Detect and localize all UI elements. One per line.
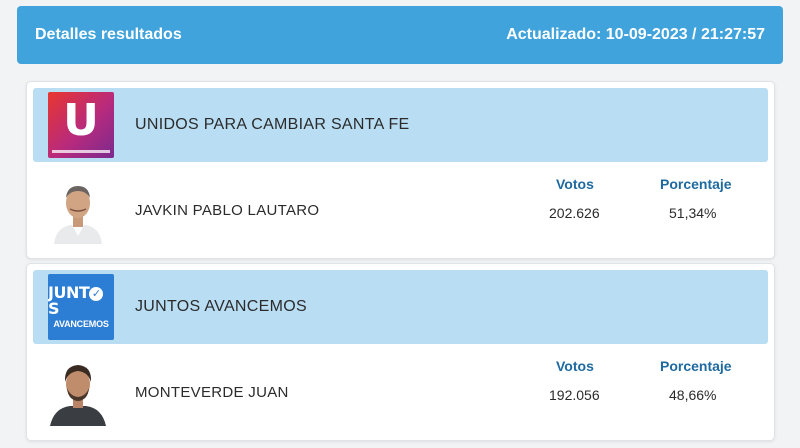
candidate-name: JAVKIN PABLO LAUTARO [135, 201, 320, 219]
person-photo-icon [48, 358, 108, 426]
result-card: U UNIDOS PARA CAMBIAR SANTA FE JAVKIN PA… [26, 81, 775, 259]
party-header: U UNIDOS PARA CAMBIAR SANTA FE [33, 88, 768, 162]
updated-timestamp: Actualizado: 10-09-2023 / 21:27:57 [506, 26, 765, 43]
percent-value: 48,66% [669, 387, 717, 403]
check-icon: ✓ [89, 286, 104, 301]
percent-value: 51,34% [669, 205, 717, 221]
result-card: JUNT ✓S AVANCEMOS JUNTOS AVANCEMOS MONTEV… [26, 263, 775, 441]
candidate-row: JAVKIN PABLO LAUTARO Votos Porcentaje 20… [33, 166, 768, 254]
results-header: Detalles resultados Actualizado: 10-09-2… [17, 6, 783, 64]
party-header: JUNT ✓S AVANCEMOS JUNTOS AVANCEMOS [33, 270, 768, 344]
votes-header: Votos [556, 176, 594, 192]
candidate-name: MONTEVERDE JUAN [135, 383, 289, 401]
party-logo-tagline [52, 150, 110, 153]
person-photo-icon [48, 176, 108, 244]
candidate-row: MONTEVERDE JUAN Votos Porcentaje 192.056… [33, 348, 768, 436]
party-name: JUNTOS AVANCEMOS [135, 298, 307, 315]
percent-header: Porcentaje [660, 176, 732, 192]
candidate-photo [48, 358, 108, 426]
party-logo-line1: JUNT ✓S [48, 284, 114, 317]
party-logo: U [48, 92, 114, 158]
candidate-photo [48, 176, 108, 244]
party-logo-letter: U [63, 95, 99, 146]
votes-value: 202.626 [549, 205, 600, 221]
votes-header: Votos [556, 358, 594, 374]
party-logo: JUNT ✓S AVANCEMOS [48, 274, 114, 340]
votes-value: 192.056 [549, 387, 600, 403]
party-logo-line2: AVANCEMOS [53, 318, 109, 329]
page-title: Detalles resultados [35, 26, 182, 43]
percent-header: Porcentaje [660, 358, 732, 374]
party-name: UNIDOS PARA CAMBIAR SANTA FE [135, 116, 410, 133]
